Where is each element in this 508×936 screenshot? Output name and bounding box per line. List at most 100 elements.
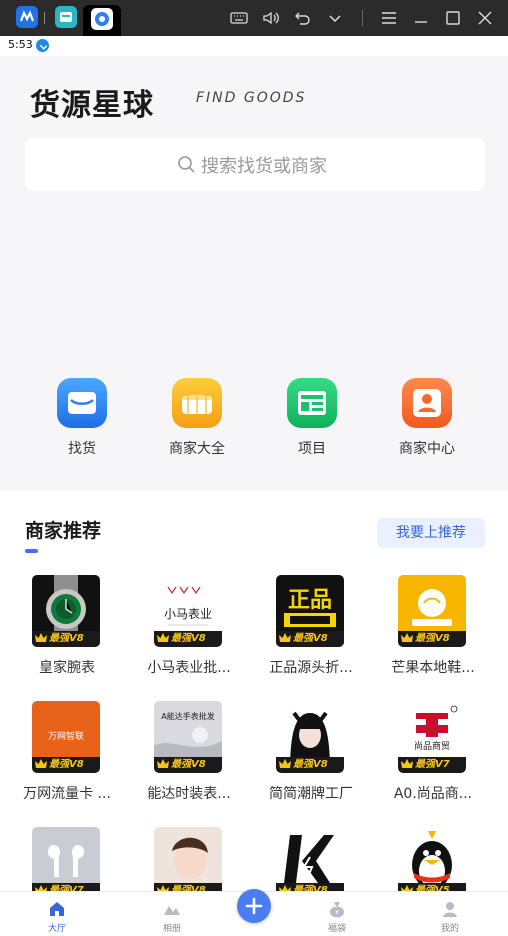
merchant-name: 简简潮牌工厂 bbox=[269, 786, 353, 802]
merchant-thumbnail: 万网智联 最强V8 bbox=[32, 701, 100, 773]
merchant-name: A0.尚品商... bbox=[393, 786, 473, 802]
crown-icon bbox=[35, 759, 47, 770]
merchant-card[interactable]: 尚品商贸 最强V7 A0.尚品商... bbox=[372, 701, 494, 821]
nav-item-profile[interactable]: 我的 bbox=[420, 892, 480, 936]
category-label: 商家大全 bbox=[169, 441, 225, 457]
merchant-card[interactable]: 最强V8 芒果本地鞋... bbox=[372, 575, 494, 695]
crown-icon bbox=[157, 759, 169, 770]
status-bar: 5:53 bbox=[0, 36, 508, 56]
level-badge: 最强V8 bbox=[154, 757, 222, 773]
level-badge: 最强V7 bbox=[398, 757, 466, 773]
merchant-card[interactable]: A能达手表批发 最强V8 能达时装表... bbox=[128, 701, 250, 821]
merchant-thumbnail: 最强V5 bbox=[398, 827, 466, 899]
menu-icon[interactable] bbox=[380, 9, 398, 27]
nav-label: 大厅 bbox=[47, 924, 66, 934]
level-badge: 最强V8 bbox=[32, 631, 100, 647]
crown-icon bbox=[157, 633, 169, 644]
search-input[interactable]: 搜索找货或商家 bbox=[25, 138, 485, 191]
category-merchant-directory[interactable]: 商家大全 bbox=[142, 376, 252, 466]
merchant-thumbnail: 最强V8 bbox=[398, 575, 466, 647]
level-badge: 最强V8 bbox=[32, 757, 100, 773]
chevron-down-icon[interactable] bbox=[326, 9, 344, 27]
category-projects[interactable]: 项目 bbox=[257, 376, 367, 466]
nav-item-album[interactable]: 相册 bbox=[142, 892, 202, 936]
level-badge: 最强V8 bbox=[154, 631, 222, 647]
category-label: 项目 bbox=[298, 441, 326, 457]
crown-icon bbox=[35, 633, 47, 644]
crown-icon bbox=[279, 759, 291, 770]
app-subtitle: FIND GOODS bbox=[196, 90, 307, 106]
merchant-name: 皇家腕表 bbox=[39, 660, 95, 676]
merchant-recommendation-section: 商家推荐 我要上推荐 最强V8 皇家腕表 小马表业 最强V8 小马表业批... bbox=[0, 491, 508, 936]
merchant-thumbnail: 正品 最强V8 bbox=[276, 575, 344, 647]
home-icon bbox=[48, 900, 66, 918]
category-find-goods[interactable]: 找货 bbox=[27, 376, 137, 466]
get-recommended-button[interactable]: 我要上推荐 bbox=[377, 518, 485, 548]
close-icon[interactable] bbox=[476, 9, 494, 27]
section-underline bbox=[25, 549, 38, 553]
nav-label: 相册 bbox=[162, 924, 181, 934]
svg-text:A能达手表批发: A能达手表批发 bbox=[161, 711, 214, 721]
crown-icon bbox=[279, 633, 291, 644]
search-placeholder: 搜索找货或商家 bbox=[201, 156, 327, 177]
merchant-icon bbox=[402, 378, 452, 428]
active-tab[interactable] bbox=[83, 5, 121, 36]
shop-icon bbox=[172, 378, 222, 428]
svg-text:尚品商贸: 尚品商贸 bbox=[414, 740, 450, 752]
category-label: 商家中心 bbox=[399, 441, 455, 457]
svg-text:¥: ¥ bbox=[335, 910, 339, 917]
app-tab-icon[interactable] bbox=[16, 6, 38, 28]
level-badge: 最强V8 bbox=[398, 631, 466, 647]
merchant-name: 能达时装表... bbox=[147, 786, 231, 802]
search-icon bbox=[177, 155, 196, 174]
merchant-thumbnail: 最强V8 bbox=[276, 827, 344, 899]
merchant-thumbnail: A能达手表批发 最强V8 bbox=[154, 701, 222, 773]
volume-icon[interactable] bbox=[262, 9, 280, 27]
merchant-name: 正品源头折... bbox=[269, 660, 353, 676]
minimize-icon[interactable] bbox=[412, 9, 430, 27]
merchant-card[interactable]: 正品 最强V8 正品源头折... bbox=[250, 575, 372, 695]
project-icon bbox=[287, 378, 337, 428]
download-icon bbox=[36, 39, 49, 52]
keyboard-icon[interactable] bbox=[230, 9, 248, 27]
crown-icon bbox=[401, 759, 413, 770]
merchant-card[interactable]: 最强V8 皇家腕表 bbox=[6, 575, 128, 695]
lucky-bag-icon: ¥ bbox=[328, 900, 346, 918]
category-label: 找货 bbox=[68, 441, 96, 457]
nav-label: 我的 bbox=[440, 924, 459, 934]
merchant-thumbnail: 尚品商贸 最强V7 bbox=[398, 701, 466, 773]
svg-text:小马表业: 小马表业 bbox=[164, 607, 212, 621]
merchant-name: 小马表业批... bbox=[147, 660, 231, 676]
merchant-thumbnail: 小马表业 最强V8 bbox=[154, 575, 222, 647]
status-time: 5:53 bbox=[8, 38, 33, 51]
add-button[interactable] bbox=[237, 889, 271, 923]
back-icon[interactable] bbox=[294, 9, 312, 27]
level-badge: 最强V8 bbox=[276, 631, 344, 647]
merchant-thumbnail: 最强V8 bbox=[154, 827, 222, 899]
nav-item-lobby[interactable]: 大厅 bbox=[27, 892, 87, 936]
app-title: 货源星球 bbox=[30, 88, 154, 123]
merchant-card[interactable]: 万网智联 最强V8 万网流量卡 ... bbox=[6, 701, 128, 821]
album-icon bbox=[163, 900, 181, 918]
nav-label: 福袋 bbox=[327, 924, 346, 934]
merchant-name: 万网流量卡 ... bbox=[23, 786, 111, 802]
merchant-thumbnail: 最强V8 bbox=[32, 575, 100, 647]
nav-item-lucky-bag[interactable]: ¥ 福袋 bbox=[307, 892, 367, 936]
category-merchant-center[interactable]: 商家中心 bbox=[372, 376, 482, 466]
crown-icon bbox=[401, 633, 413, 644]
app-tab-icon bbox=[91, 8, 113, 30]
mail-icon bbox=[57, 378, 107, 428]
merchant-name: 芒果本地鞋... bbox=[391, 660, 475, 676]
app-tab-icon[interactable] bbox=[55, 6, 77, 28]
section-title: 商家推荐 bbox=[25, 520, 102, 542]
level-badge: 最强V8 bbox=[276, 757, 344, 773]
merchant-card[interactable]: 最强V8 简简潮牌工厂 bbox=[250, 701, 372, 821]
toolbar-divider bbox=[362, 10, 363, 26]
svg-text:正品: 正品 bbox=[288, 588, 332, 613]
profile-icon bbox=[441, 900, 459, 918]
emulator-toolbar bbox=[0, 0, 508, 36]
maximize-icon[interactable] bbox=[444, 9, 462, 27]
merchant-thumbnail: 最强V7 bbox=[32, 827, 100, 899]
merchant-card[interactable]: 小马表业 最强V8 小马表业批... bbox=[128, 575, 250, 695]
tab-separator bbox=[44, 12, 45, 24]
